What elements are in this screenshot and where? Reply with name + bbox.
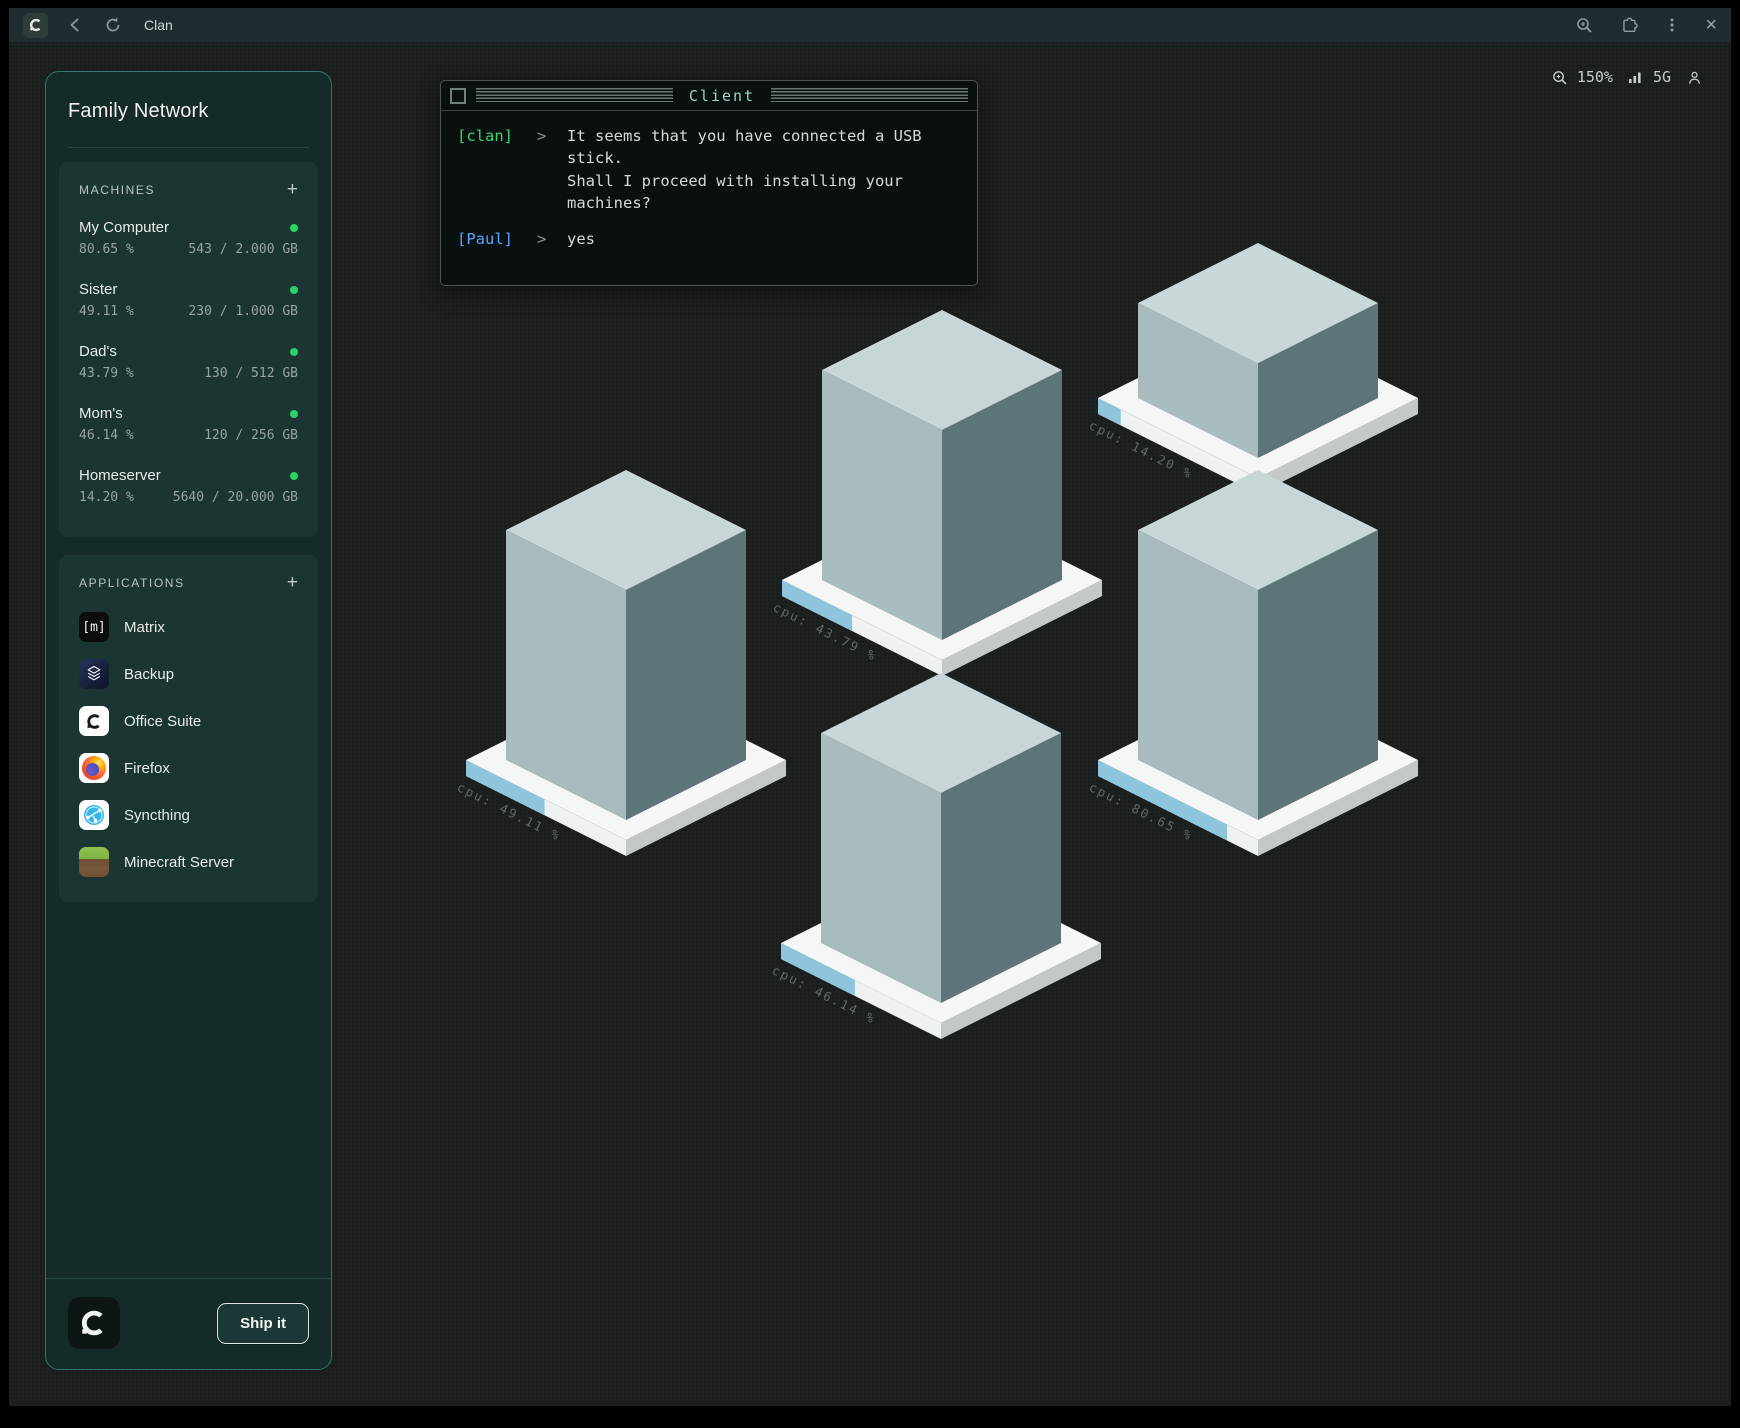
machine-storage: 5640 / 20.000 GB [173,490,298,505]
terminal-message-line: It seems that you have connected a USB s… [567,125,961,170]
applications-heading: APPLICATIONS [79,576,185,590]
app-surface: cpu: 14.20 %cpu: 43.79 %cpu: 49.11 %cpu:… [9,42,1731,1406]
terminal-speaker: [clan] [457,125,525,215]
machine-cpu: 49.11 % [79,304,134,319]
application-label: Syncthing [124,807,190,824]
applications-card: APPLICATIONS + [m] Matrix Backup Office Sui… [59,555,318,902]
minecraft-icon [79,847,109,877]
machine-storage: 230 / 1.000 GB [188,304,298,319]
sidebar-footer: Ship it [46,1278,331,1369]
machine-node-mom-s[interactable]: cpu: 46.14 % [770,673,1101,1039]
application-label: Backup [124,666,174,683]
clan-app-icon [23,13,48,38]
machine-node-homeserver[interactable]: cpu: 14.20 % [1087,243,1418,494]
user-icon[interactable] [1686,69,1703,86]
titlebar-stripes-right [771,88,968,104]
machine-row[interactable]: Sister 49.11 % 230 / 1.000 GB [79,281,298,319]
page-title: Clan [144,17,1557,33]
machine-row[interactable]: Homeserver 14.20 % 5640 / 20.000 GB [79,467,298,505]
office-suite-icon [79,706,109,736]
matrix-icon: [m] [79,612,109,642]
machine-node-my-computer[interactable]: cpu: 80.65 % [1087,470,1418,856]
machine-name: Dad's [79,343,117,360]
network-title: Family Network [68,100,309,123]
application-label: Firefox [124,760,170,777]
application-label: Minecraft Server [124,854,234,871]
machine-storage: 120 / 256 GB [204,428,298,443]
add-machine-button[interactable]: + [287,180,298,199]
close-icon[interactable]: × [1705,15,1717,35]
client-terminal-window: Client [clan] > It seems that you have c… [440,80,978,286]
online-status-dot [290,410,298,418]
ship-it-button[interactable]: Ship it [217,1303,309,1344]
machine-cpu: 46.14 % [79,428,134,443]
status-cluster: 150% 5G [1551,68,1703,86]
terminal-title: Client [683,87,761,105]
online-status-dot [290,286,298,294]
network-type: 5G [1653,68,1671,86]
machine-row[interactable]: Dad's 43.79 % 130 / 512 GB [79,343,298,381]
signal-bars-icon [1628,70,1644,84]
machine-storage: 543 / 2.000 GB [188,242,298,257]
online-status-dot [290,472,298,480]
terminal-message-line: Shall I proceed with installing your mac… [567,170,961,215]
terminal-speaker: [Paul] [457,228,525,250]
back-icon[interactable] [64,14,86,36]
machine-node-dad-s[interactable]: cpu: 43.79 % [771,310,1102,676]
machine-node-sister[interactable]: cpu: 49.11 % [455,470,786,856]
application-row[interactable]: Syncthing [79,800,298,830]
terminal-prompt: > [537,125,555,215]
machine-cpu: 14.20 % [79,490,134,505]
machine-name: My Computer [79,219,169,236]
application-label: Matrix [124,619,165,636]
machine-row[interactable]: Mom's 46.14 % 120 / 256 GB [79,405,298,443]
machine-cpu: 43.79 % [79,366,134,381]
machine-cpu: 80.65 % [79,242,134,257]
terminal-prompt: > [537,228,555,250]
terminal-close-box[interactable] [450,88,466,104]
application-row[interactable]: Backup [79,659,298,689]
application-row[interactable]: Minecraft Server [79,847,298,877]
reload-icon[interactable] [102,14,124,36]
terminal-message: [Paul] > yes [457,228,961,250]
application-list: [m] Matrix Backup Office Suite Firefox Syncth… [79,612,298,877]
machines-heading: MACHINES [79,183,155,197]
application-row[interactable]: [m] Matrix [79,612,298,642]
sidebar: Family Network MACHINES + My Computer 80… [45,71,332,1370]
application-row[interactable]: Firefox [79,753,298,783]
machine-storage: 130 / 512 GB [204,366,298,381]
browser-chrome-bar: Clan × [9,8,1731,42]
terminal-message-line: yes [567,228,961,250]
machine-name: Sister [79,281,117,298]
machine-row[interactable]: My Computer 80.65 % 543 / 2.000 GB [79,219,298,257]
terminal-body: [clan] > It seems that you have connecte… [441,111,977,264]
terminal-titlebar[interactable]: Client [441,81,977,111]
terminal-message: [clan] > It seems that you have connecte… [457,125,961,215]
machines-card: MACHINES + My Computer 80.65 % 543 / 2.0… [59,162,318,537]
application-row[interactable]: Office Suite [79,706,298,736]
machine-name: Homeserver [79,467,161,484]
machine-name: Mom's [79,405,123,422]
add-application-button[interactable]: + [287,573,298,592]
zoom-level-value: 150% [1577,68,1613,86]
online-status-dot [290,348,298,356]
backup-icon [79,659,109,689]
zoom-level-icon [1551,69,1568,86]
titlebar-stripes-left [476,88,673,104]
extensions-icon[interactable] [1617,14,1639,36]
online-status-dot [290,224,298,232]
menu-kebab-icon[interactable] [1661,14,1683,36]
machine-list: My Computer 80.65 % 543 / 2.000 GB Siste… [79,219,298,505]
syncthing-icon [79,800,109,830]
application-label: Office Suite [124,713,201,730]
zoom-page-icon[interactable] [1573,14,1595,36]
clan-logo [68,1297,120,1349]
firefox-icon [79,753,109,783]
